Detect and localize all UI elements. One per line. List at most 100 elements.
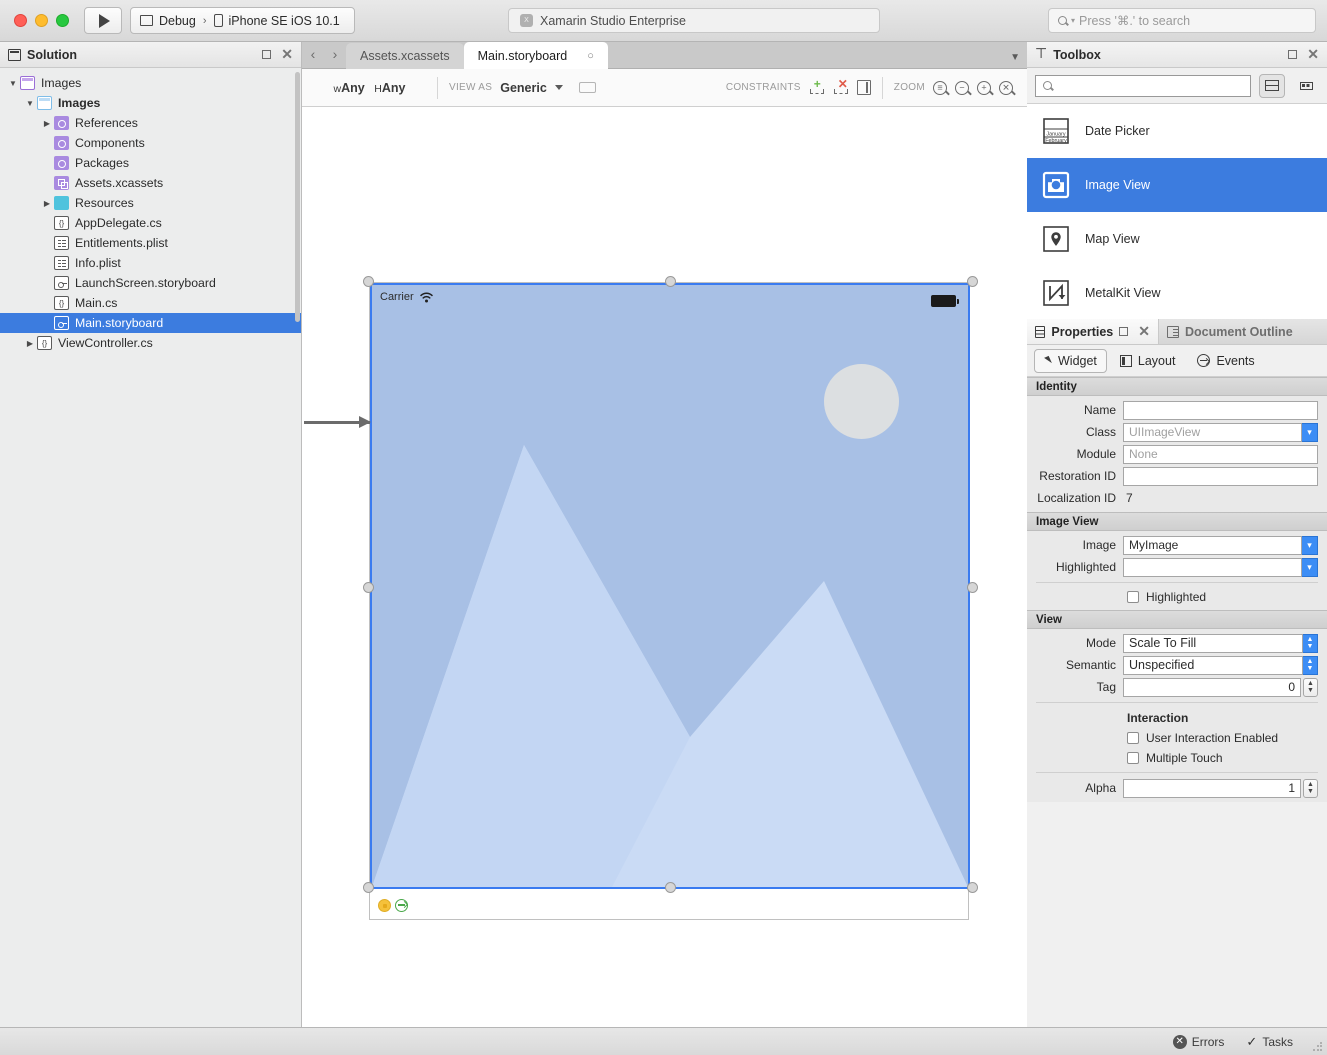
solution-tree-item[interactable]: ▼Images bbox=[0, 73, 301, 93]
errors-button[interactable]: ✕ Errors bbox=[1173, 1035, 1225, 1049]
multiple-touch-checkbox[interactable] bbox=[1127, 752, 1139, 764]
mode-select-arrows[interactable]: ▲▼ bbox=[1303, 634, 1318, 653]
solution-tree-item[interactable]: {}AppDelegate.cs bbox=[0, 213, 301, 233]
tag-stepper[interactable]: ▲▼ bbox=[1303, 678, 1318, 697]
mode-select[interactable]: Scale To Fill bbox=[1123, 634, 1303, 653]
navigate-forward-button[interactable]: › bbox=[324, 41, 346, 68]
toolbox-search-input[interactable] bbox=[1035, 75, 1251, 97]
properties-pin-button[interactable] bbox=[1119, 327, 1128, 336]
class-dropdown-arrow[interactable]: ▾ bbox=[1302, 423, 1318, 442]
window-maximize-button[interactable] bbox=[56, 14, 69, 27]
toolbox-list-view-button[interactable] bbox=[1259, 74, 1285, 98]
row-highlighted-checkbox[interactable]: Highlighted bbox=[1027, 587, 1327, 607]
image-view-element[interactable]: Carrier bbox=[370, 283, 970, 889]
add-constraint-icon[interactable]: + bbox=[809, 80, 825, 96]
editor-tab[interactable]: Assets.xcassets bbox=[346, 43, 464, 69]
tab-overflow-menu-icon[interactable]: ▼ bbox=[1010, 52, 1020, 63]
size-class-indicator[interactable]: wAny HAny bbox=[302, 81, 437, 95]
resize-handle-top-right[interactable] bbox=[967, 276, 978, 287]
navigate-back-button[interactable]: ‹ bbox=[302, 41, 324, 68]
chevron-down-icon[interactable] bbox=[555, 85, 563, 90]
row-user-interaction[interactable]: User Interaction Enabled bbox=[1027, 728, 1327, 748]
editor-tab-dirty-icon[interactable]: ○ bbox=[587, 50, 594, 62]
tree-twisty-icon[interactable]: ▼ bbox=[6, 79, 20, 88]
window-close-button[interactable] bbox=[14, 14, 27, 27]
zoom-actual-size-icon[interactable]: ✕ bbox=[999, 81, 1013, 95]
resize-handle-bottom-right[interactable] bbox=[967, 882, 978, 893]
tree-twisty-icon[interactable]: ▶ bbox=[23, 339, 37, 348]
tab-document-outline[interactable]: Document Outline bbox=[1159, 319, 1327, 344]
solution-pad-close-icon[interactable]: ✕ bbox=[281, 50, 293, 59]
solution-tree-item[interactable]: ▶Resources bbox=[0, 193, 301, 213]
resize-handle-middle-right[interactable] bbox=[967, 582, 978, 593]
user-interaction-checkbox[interactable] bbox=[1127, 732, 1139, 744]
global-search-field[interactable]: ▾ Press '⌘.' to search bbox=[1048, 8, 1316, 33]
solution-tree-item[interactable]: {}Main.cs bbox=[0, 293, 301, 313]
toolbox-item-date-picker[interactable]: JanuaryFebruaryDate Picker bbox=[1027, 104, 1327, 158]
editor-tab[interactable]: Main.storyboard○ bbox=[464, 42, 608, 69]
resize-handle-bottom-left[interactable] bbox=[363, 882, 374, 893]
solution-pad-pin-button[interactable] bbox=[262, 50, 271, 59]
toolbox-item-metalkit-view[interactable]: MetalKit View bbox=[1027, 266, 1327, 319]
toolbox-item-map-view[interactable]: Map View bbox=[1027, 212, 1327, 266]
view-as-value[interactable]: Generic bbox=[500, 81, 547, 95]
alpha-input[interactable]: 1 bbox=[1123, 779, 1301, 798]
restoration-id-input[interactable] bbox=[1123, 467, 1318, 486]
resize-handle-top-center[interactable] bbox=[665, 276, 676, 287]
toolbox-icon-view-button[interactable] bbox=[1293, 74, 1319, 98]
solution-tree-item[interactable]: ▶References bbox=[0, 113, 301, 133]
solution-tree-item[interactable]: Entitlements.plist bbox=[0, 233, 301, 253]
mode-widget-button[interactable]: Widget bbox=[1034, 349, 1107, 373]
tree-twisty-icon[interactable]: ▶ bbox=[40, 119, 54, 128]
zoom-out-icon[interactable]: − bbox=[955, 81, 969, 95]
zoom-in-icon[interactable]: + bbox=[977, 81, 991, 95]
image-input[interactable]: MyImage bbox=[1123, 536, 1302, 555]
exit-icon[interactable] bbox=[395, 899, 408, 912]
class-input[interactable]: UIImageView bbox=[1123, 423, 1302, 442]
run-button[interactable] bbox=[84, 7, 122, 34]
device-orientation-button[interactable] bbox=[579, 82, 596, 93]
tree-twisty-icon[interactable]: ▶ bbox=[40, 199, 54, 208]
solution-tree[interactable]: ▼Images▼Images▶ReferencesComponentsPacka… bbox=[0, 68, 301, 353]
solution-tree-item[interactable]: Components bbox=[0, 133, 301, 153]
solution-tree-item[interactable]: ▶{}ViewController.cs bbox=[0, 333, 301, 353]
highlighted-checkbox[interactable] bbox=[1127, 591, 1139, 603]
name-input[interactable] bbox=[1123, 401, 1318, 420]
mode-events-button[interactable]: Events bbox=[1188, 349, 1263, 373]
view-controller-icon[interactable] bbox=[378, 899, 391, 912]
solution-tree-item[interactable]: Info.plist bbox=[0, 253, 301, 273]
solution-tree-item[interactable]: Main.storyboard bbox=[0, 313, 301, 333]
run-configuration-selector[interactable]: Debug › iPhone SE iOS 10.1 bbox=[130, 7, 355, 34]
properties-close-icon[interactable]: ✕ bbox=[1138, 327, 1150, 336]
resize-handle-bottom-center[interactable] bbox=[665, 882, 676, 893]
solution-scrollbar[interactable] bbox=[295, 72, 300, 322]
remove-constraint-icon[interactable]: ✕ bbox=[833, 80, 849, 96]
toolbox-item-image-view[interactable]: Image View bbox=[1027, 158, 1327, 212]
view-controller-scene[interactable]: Carrier bbox=[369, 282, 969, 920]
window-minimize-button[interactable] bbox=[35, 14, 48, 27]
solution-tree-item[interactable]: ▼Images bbox=[0, 93, 301, 113]
solution-tree-item[interactable]: Packages bbox=[0, 153, 301, 173]
solution-tree-item[interactable]: LaunchScreen.storyboard bbox=[0, 273, 301, 293]
toolbox-item-list[interactable]: JanuaryFebruaryDate PickerImage ViewMap … bbox=[1027, 104, 1327, 319]
alpha-stepper[interactable]: ▲▼ bbox=[1303, 779, 1318, 798]
tree-twisty-icon[interactable]: ▼ bbox=[23, 99, 37, 108]
resize-grip[interactable] bbox=[1312, 1041, 1324, 1053]
resize-handle-top-left[interactable] bbox=[363, 276, 374, 287]
semantic-select[interactable]: Unspecified bbox=[1123, 656, 1303, 675]
toolbox-close-icon[interactable]: ✕ bbox=[1307, 50, 1319, 59]
row-multiple-touch[interactable]: Multiple Touch bbox=[1027, 748, 1327, 768]
solution-tree-item[interactable]: Assets.xcassets bbox=[0, 173, 301, 193]
storyboard-canvas[interactable]: Carrier bbox=[302, 108, 1027, 1027]
image-dropdown-arrow[interactable]: ▾ bbox=[1302, 536, 1318, 555]
tasks-button[interactable]: ✓ Tasks bbox=[1246, 1034, 1293, 1050]
tag-input[interactable]: 0 bbox=[1123, 678, 1301, 697]
mode-layout-button[interactable]: Layout bbox=[1111, 349, 1185, 373]
resize-handle-middle-left[interactable] bbox=[363, 582, 374, 593]
zoom-fit-icon[interactable]: ≡ bbox=[933, 81, 947, 95]
update-frames-icon[interactable] bbox=[857, 80, 871, 95]
tab-properties[interactable]: Properties ✕ bbox=[1027, 319, 1159, 345]
module-input[interactable]: None bbox=[1123, 445, 1318, 464]
highlighted-image-dropdown-arrow[interactable]: ▾ bbox=[1302, 558, 1318, 577]
semantic-select-arrows[interactable]: ▲▼ bbox=[1303, 656, 1318, 675]
